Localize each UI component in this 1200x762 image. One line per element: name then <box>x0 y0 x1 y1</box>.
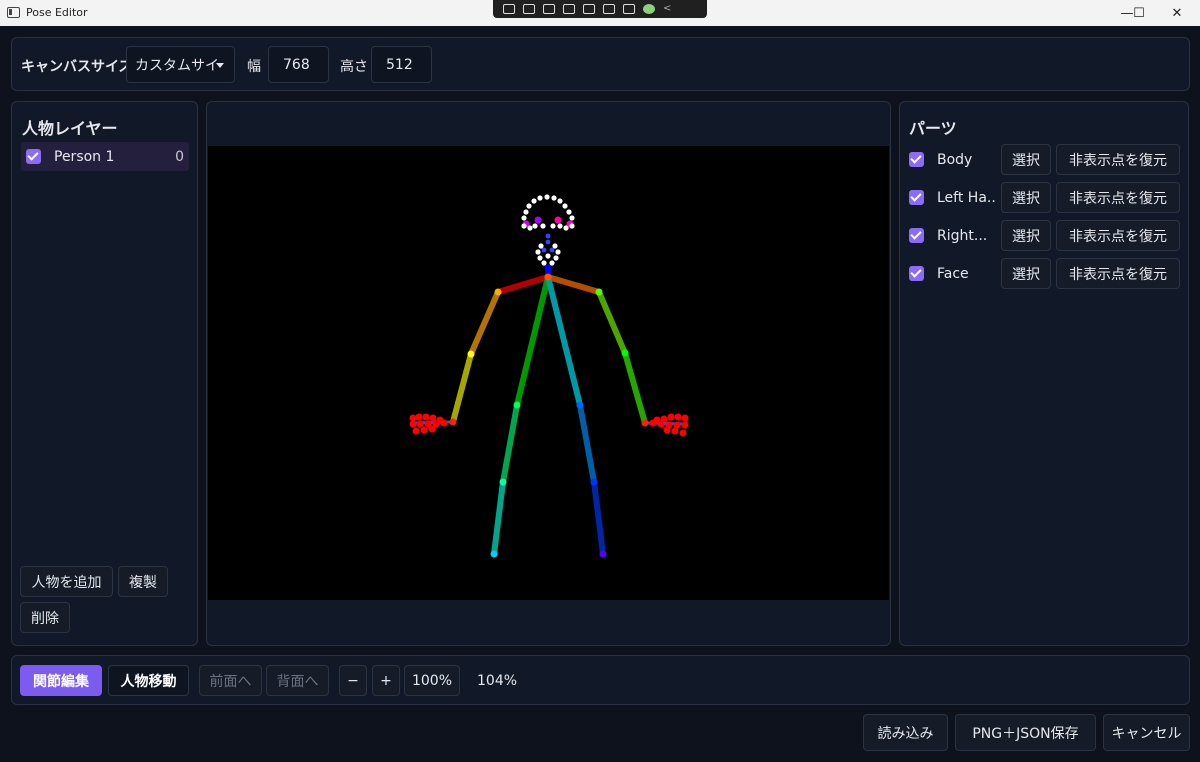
height-label: 高さ <box>340 59 368 75</box>
duplicate-button[interactable]: 複製 <box>118 566 168 597</box>
inspect-icon[interactable] <box>503 4 515 14</box>
part-name: Right... <box>937 228 988 244</box>
chevron-left-icon[interactable]: < <box>663 4 671 14</box>
person-name: Person 1 <box>54 149 115 165</box>
pose-skeleton[interactable] <box>208 146 889 600</box>
joint-edit-mode-button[interactable]: 関節編集 <box>20 665 102 696</box>
canvas-preset-select[interactable]: カスタムサイ <box>126 46 235 83</box>
canvas-size-panel: キャンバスサイズ カスタムサイ 幅 768 高さ 512 <box>11 37 1190 91</box>
width-label: 幅 <box>247 59 261 75</box>
title-bar: Pose Editor < — ☐ ✕ <box>0 0 1200 26</box>
send-backward-button[interactable]: 背面へ <box>266 665 329 696</box>
bring-forward-button[interactable]: 前面へ <box>199 665 262 696</box>
add-person-button[interactable]: 人物を追加 <box>20 566 113 597</box>
select-part-button[interactable]: 選択 <box>1001 182 1051 213</box>
list-item[interactable]: Person 1 0 <box>21 142 189 171</box>
close-button[interactable]: ✕ <box>1154 0 1200 26</box>
part-checkbox[interactable] <box>909 266 924 281</box>
restore-hidden-button[interactable]: 非表示点を復元 <box>1056 220 1180 251</box>
parts-heading: パーツ <box>909 119 957 138</box>
parts-panel: パーツ Body 選択 非表示点を復元 Left Ha.. 選択 非表示点を復元… <box>899 101 1189 646</box>
part-name: Body <box>937 152 973 168</box>
part-checkbox[interactable] <box>909 228 924 243</box>
accessibility-icon[interactable] <box>623 4 635 14</box>
hot-reload-icon[interactable] <box>603 4 615 14</box>
zoom-reset-button[interactable]: 100% <box>404 665 460 696</box>
window-title: Pose Editor <box>26 6 88 19</box>
maximize-icon: ☐ <box>1133 5 1145 21</box>
zoom-in-button[interactable]: + <box>372 665 400 696</box>
zoom-level: 104% <box>477 673 518 689</box>
restore-hidden-button[interactable]: 非表示点を復元 <box>1056 258 1180 289</box>
layout-icon[interactable] <box>583 4 595 14</box>
debug-toolbar[interactable]: < <box>493 0 707 18</box>
pose-canvas[interactable] <box>208 146 889 600</box>
frame-icon[interactable] <box>563 4 575 14</box>
chevron-down-icon <box>216 63 224 68</box>
part-name: Left Ha.. <box>937 190 996 206</box>
cancel-button[interactable]: キャンセル <box>1103 714 1190 751</box>
part-checkbox[interactable] <box>909 190 924 205</box>
video-icon[interactable] <box>523 4 535 14</box>
height-input[interactable]: 512 <box>371 46 432 83</box>
person-index: 0 <box>175 149 184 165</box>
edit-toolbar: 関節編集 人物移動 前面へ 背面へ − + 100% 104% <box>11 655 1190 705</box>
restore-hidden-button[interactable]: 非表示点を復元 <box>1056 182 1180 213</box>
select-part-button[interactable]: 選択 <box>1001 220 1051 251</box>
app-icon <box>7 7 20 18</box>
person-layers-panel: 人物レイヤー Person 1 0 人物を追加 複製 削除 <box>11 101 198 646</box>
load-button[interactable]: 読み込み <box>863 714 948 751</box>
select-icon[interactable] <box>543 4 555 14</box>
delete-button[interactable]: 削除 <box>20 602 70 633</box>
save-png-json-button[interactable]: PNG＋JSON保存 <box>955 714 1096 751</box>
person-visible-checkbox[interactable] <box>26 149 41 164</box>
part-checkbox[interactable] <box>909 152 924 167</box>
person-layers-heading: 人物レイヤー <box>22 119 118 138</box>
canvas-size-label: キャンバスサイズ <box>21 59 133 75</box>
restore-hidden-button[interactable]: 非表示点を復元 <box>1056 144 1180 175</box>
canvas-preset-value: カスタムサイ <box>135 57 219 74</box>
select-part-button[interactable]: 選択 <box>1001 258 1051 289</box>
move-person-mode-button[interactable]: 人物移動 <box>108 665 189 696</box>
part-name: Face <box>937 266 969 282</box>
select-part-button[interactable]: 選択 <box>1001 144 1051 175</box>
width-input[interactable]: 768 <box>268 46 329 83</box>
status-ok-icon[interactable] <box>643 4 655 14</box>
zoom-out-button[interactable]: − <box>339 665 367 696</box>
